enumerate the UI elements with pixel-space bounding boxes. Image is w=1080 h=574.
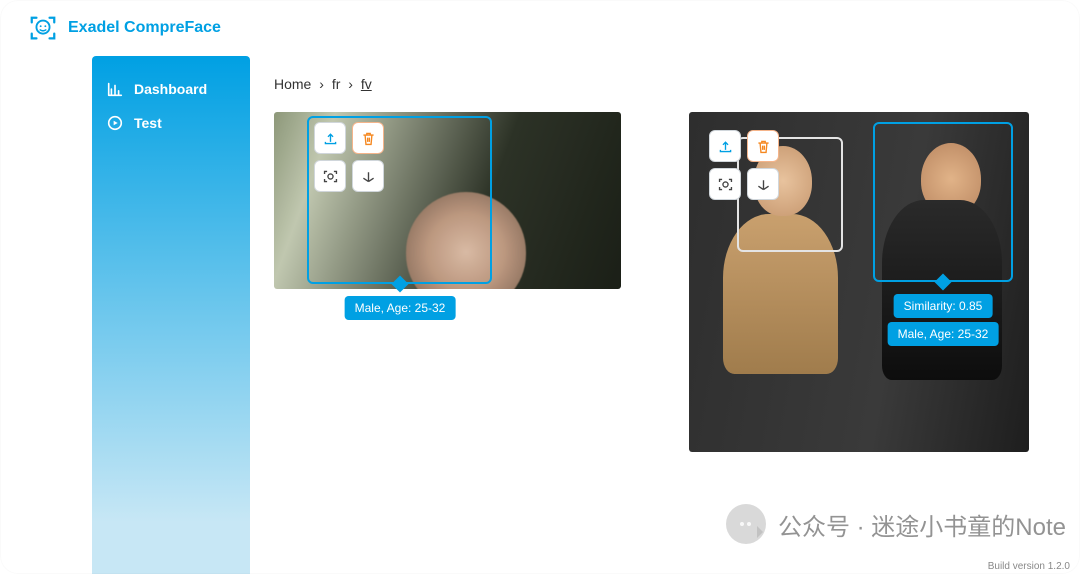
sidebar-item-dashboard[interactable]: Dashboard: [92, 72, 250, 106]
breadcrumb: Home › fr › fv: [274, 76, 1052, 92]
app-header: Exadel CompreFace: [0, 0, 1080, 56]
image-toolbox: [709, 130, 779, 200]
face-scan-button[interactable]: [709, 168, 741, 200]
upload-button[interactable]: [709, 130, 741, 162]
delete-button[interactable]: [747, 130, 779, 162]
play-circle-icon: [106, 114, 124, 132]
breadcrumb-fr[interactable]: fr: [332, 76, 341, 92]
panel-source-image: Male, Age: 25-32: [274, 112, 621, 289]
breadcrumb-separator: ›: [348, 76, 353, 92]
sidebar: Dashboard Test: [92, 56, 250, 574]
sidebar-item-test[interactable]: Test: [92, 106, 250, 140]
face-label-demographics: Male, Age: 25-32: [345, 296, 456, 320]
delete-button[interactable]: [352, 122, 384, 154]
sidebar-item-label: Test: [134, 115, 162, 131]
app-title: Exadel CompreFace: [68, 19, 221, 37]
axes-button[interactable]: [352, 160, 384, 192]
bar-chart-icon: [106, 80, 124, 98]
logo-icon: [28, 13, 58, 43]
panel-compare-image: Similarity: 0.85 Male, Age: 25-32: [689, 112, 1029, 452]
face-scan-button[interactable]: [314, 160, 346, 192]
breadcrumb-fv[interactable]: fv: [361, 76, 372, 92]
breadcrumb-separator: ›: [319, 76, 324, 92]
main-area: Home › fr › fv: [250, 56, 1080, 574]
upload-button[interactable]: [314, 122, 346, 154]
build-version: Build version 1.2.0: [988, 561, 1070, 572]
image-toolbox: [314, 122, 384, 192]
sidebar-item-label: Dashboard: [134, 81, 207, 97]
breadcrumb-home[interactable]: Home: [274, 76, 311, 92]
axes-button[interactable]: [747, 168, 779, 200]
